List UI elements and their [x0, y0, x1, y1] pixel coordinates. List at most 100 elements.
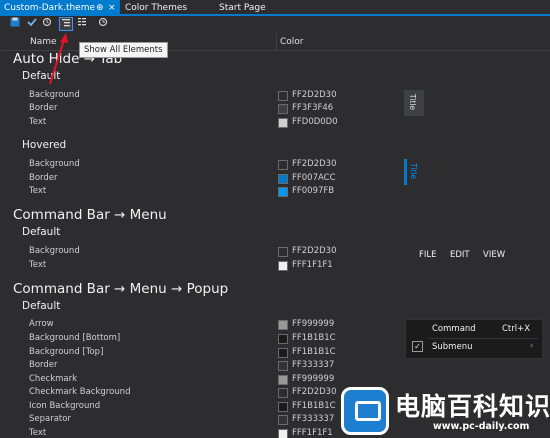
row-label: Icon Background [29, 401, 101, 411]
menu-item-edit: EDIT [450, 250, 470, 260]
color-row[interactable]: Border FF007ACC [0, 172, 550, 185]
close-icon[interactable]: × [108, 0, 116, 16]
row-hex: FF999999 [292, 374, 335, 384]
row-hex: FF2D2D30 [292, 90, 337, 100]
refresh-icon[interactable] [40, 17, 54, 31]
row-label: Text [29, 186, 47, 196]
color-row[interactable]: Text FF0097FB [0, 185, 550, 198]
color-swatch[interactable] [278, 247, 288, 257]
row-label: Border [29, 103, 58, 113]
menu-preview: FILE EDIT VIEW [406, 245, 530, 266]
row-hex: FFD0D0D0 [292, 117, 338, 127]
color-row[interactable]: Background FF2D2D30 [0, 89, 550, 102]
tab-color-themes[interactable]: Color Themes [121, 0, 187, 16]
row-label: Text [29, 260, 47, 270]
row-hex: FFF1F1F1 [292, 428, 333, 438]
tab-label: Color Themes [125, 3, 188, 13]
section-title: Command Bar → Menu → Popup [13, 281, 229, 297]
show-commonly-used-icon[interactable] [59, 17, 73, 31]
document-tab-strip: Custom-Dark.theme ⊕ × Color Themes Start… [0, 0, 550, 16]
color-swatch[interactable] [278, 334, 288, 344]
row-label: Text [29, 117, 47, 127]
group-title: Default [22, 70, 61, 82]
auto-hide-tab-preview-default: Title [404, 90, 424, 116]
checkmark-icon[interactable] [25, 17, 39, 31]
color-row[interactable]: Background FF2D2D30 [0, 158, 550, 171]
row-hex: FF333337 [292, 414, 335, 424]
color-swatch[interactable] [278, 348, 288, 358]
row-label: Background [29, 159, 80, 169]
color-swatch[interactable] [278, 415, 288, 425]
row-label: Border [29, 360, 58, 370]
row-hex: FF3F3F46 [292, 103, 334, 113]
toolbar [0, 16, 550, 33]
group-title: Hovered [22, 139, 67, 151]
row-hex: FF2D2D30 [292, 387, 337, 397]
tooltip: Show All Elements [79, 42, 168, 58]
group-title: Default [22, 226, 61, 238]
color-swatch[interactable] [278, 118, 288, 128]
watermark-url: www.pc-daily.com [433, 421, 530, 432]
color-swatch[interactable] [278, 187, 288, 197]
tab-start-page[interactable]: Start Page [215, 0, 266, 16]
color-row[interactable]: Border FF333337 [0, 359, 550, 372]
color-swatch[interactable] [278, 174, 288, 184]
color-swatch[interactable] [278, 388, 288, 398]
row-hex: FF333337 [292, 360, 335, 370]
row-hex: FFF1F1F1 [292, 260, 333, 270]
column-name[interactable]: Name [30, 37, 57, 47]
checkmark-icon: ✓ [412, 341, 423, 352]
row-label: Arrow [29, 319, 54, 329]
row-hex: FF999999 [292, 319, 335, 329]
row-label: Background [29, 246, 80, 256]
tab-label: Custom-Dark.theme [4, 3, 96, 13]
color-swatch[interactable] [278, 320, 288, 330]
popup-submenu: Submenu [432, 342, 473, 352]
row-label: Border [29, 173, 58, 183]
color-swatch[interactable] [278, 104, 288, 114]
color-swatch[interactable] [278, 91, 288, 101]
menu-item-file: FILE [419, 250, 437, 260]
section-title: Command Bar → Menu [13, 207, 167, 223]
chevron-right-icon: › [530, 341, 534, 351]
row-hex: FF007ACC [292, 173, 336, 183]
row-label: Background [Top] [29, 347, 104, 357]
menu-item-view: VIEW [483, 250, 506, 260]
color-row[interactable]: Text FFD0D0D0 [0, 116, 550, 129]
tab-label: Start Page [219, 3, 266, 13]
row-label: Background [29, 90, 80, 100]
save-icon[interactable] [8, 17, 22, 31]
color-swatch[interactable] [278, 160, 288, 170]
show-all-elements-icon[interactable] [75, 17, 89, 31]
pin-icon[interactable]: ⊕ [96, 0, 104, 16]
history-icon[interactable] [96, 17, 110, 31]
column-color[interactable]: Color [280, 37, 304, 47]
popup-command: Command [432, 324, 476, 334]
row-label: Checkmark [29, 374, 78, 384]
popup-preview: Command Ctrl+X ✓ Submenu › [405, 319, 543, 359]
group-title: Default [22, 300, 61, 312]
color-swatch[interactable] [278, 429, 288, 438]
color-row[interactable]: Border FF3F3F46 [0, 102, 550, 115]
watermark-logo-icon [341, 387, 389, 435]
row-hex: FF2D2D30 [292, 246, 337, 256]
column-divider[interactable] [276, 33, 277, 51]
color-swatch[interactable] [278, 375, 288, 385]
row-label: Background [Bottom] [29, 333, 121, 343]
popup-shortcut: Ctrl+X [502, 324, 531, 334]
tab-custom-dark-theme[interactable]: Custom-Dark.theme ⊕ × [0, 0, 120, 16]
row-label: Separator [29, 414, 71, 424]
row-hex: FF1B1B1C [292, 333, 336, 343]
row-hex: FF1B1B1C [292, 401, 336, 411]
row-label: Text [29, 428, 47, 438]
auto-hide-tab-preview-hovered: Title [404, 159, 422, 185]
preview-tab-label: Title [408, 94, 417, 111]
row-hex: FF0097FB [292, 186, 335, 196]
color-swatch[interactable] [278, 402, 288, 412]
color-swatch[interactable] [278, 261, 288, 271]
row-hex: FF2D2D30 [292, 159, 337, 169]
color-swatch[interactable] [278, 361, 288, 371]
color-row[interactable]: Checkmark FF999999 [0, 373, 550, 386]
row-label: Checkmark Background [29, 387, 131, 397]
popup-separator [429, 338, 538, 339]
